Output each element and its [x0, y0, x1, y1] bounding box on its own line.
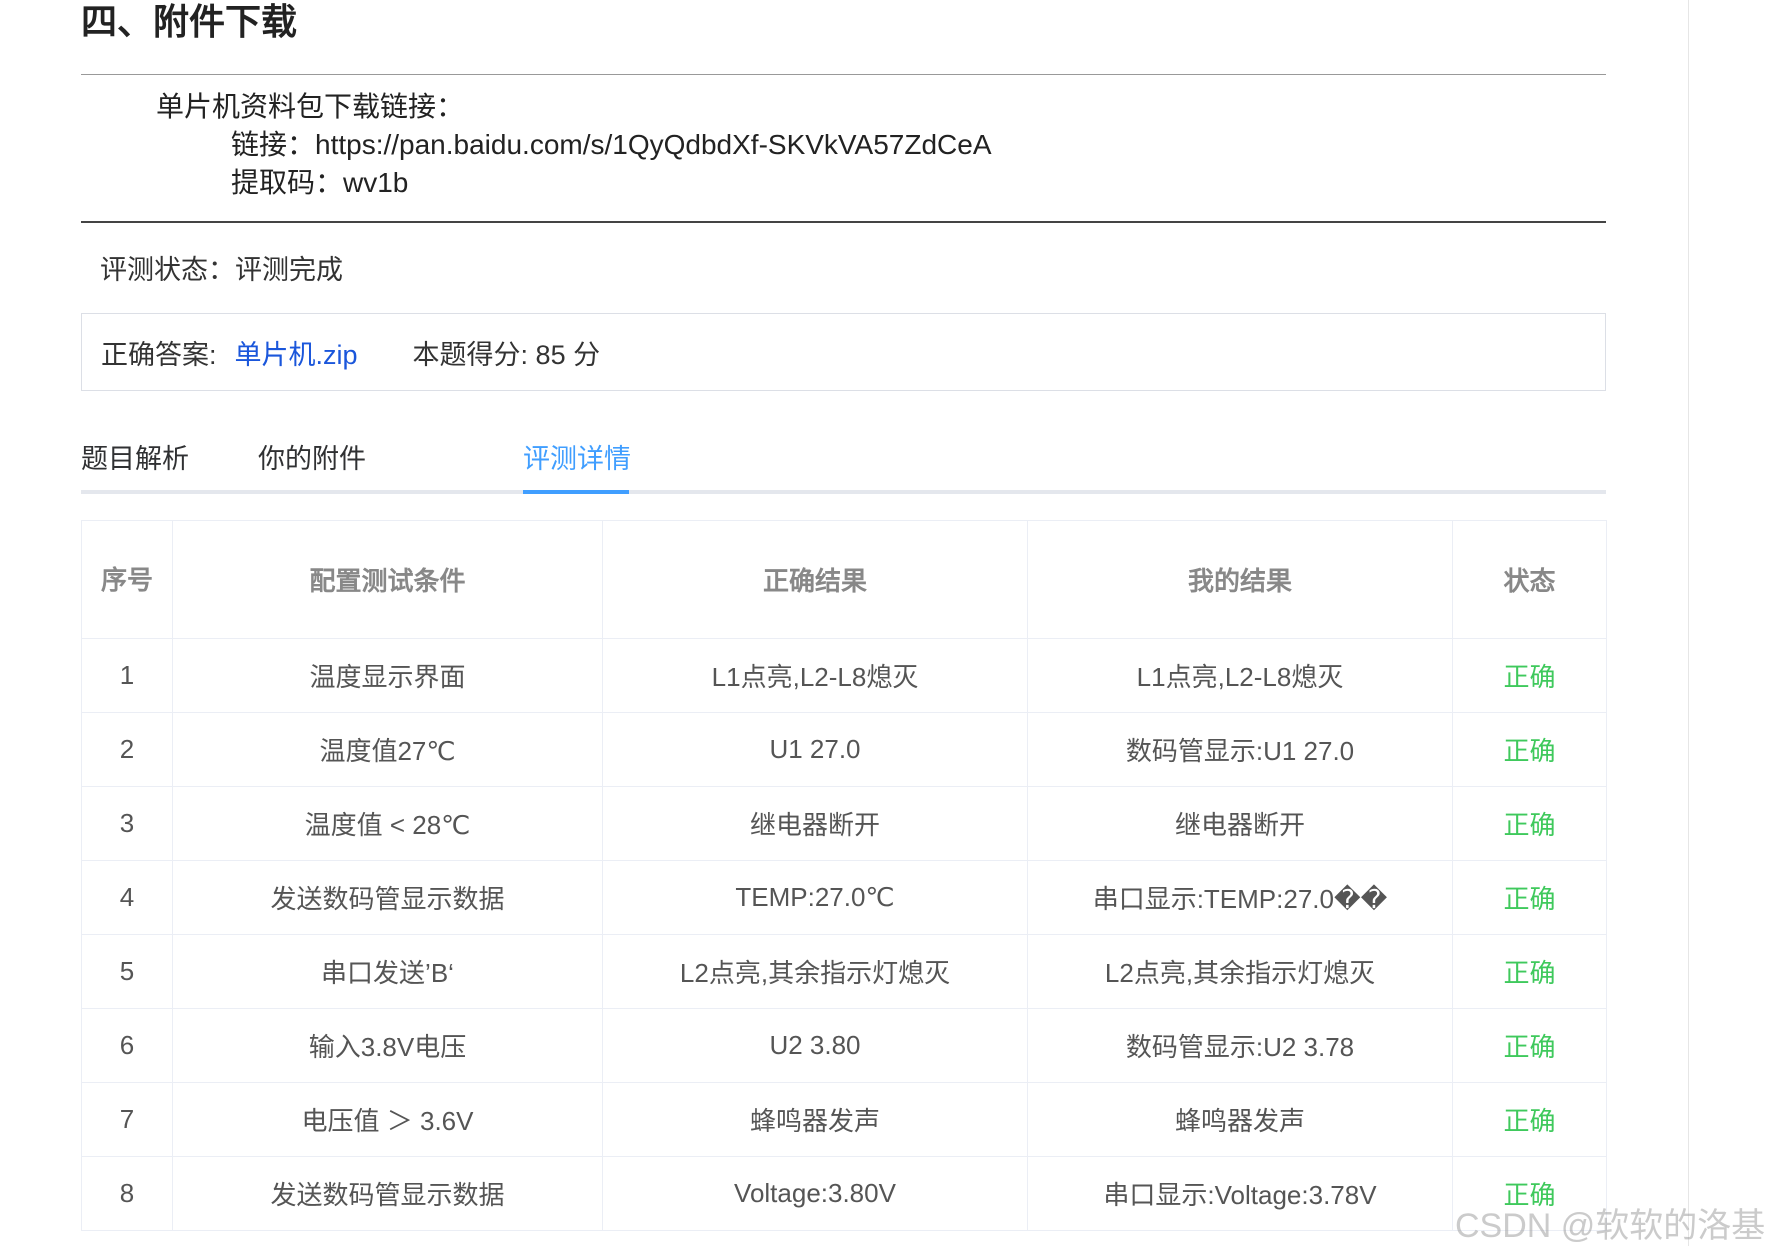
cell-seq: 6 [81, 1008, 173, 1083]
cell-expected: 蜂鸣器发声 [602, 1082, 1028, 1157]
tab-your-attachment[interactable]: 你的附件 [258, 438, 366, 480]
cell-condition: 电压值 ＞ 3.6V [172, 1082, 603, 1157]
table-row: 6 输入3.8V电压 U2 3.80 数码管显示:U2 3.78 正确 [81, 1008, 1607, 1083]
answer-box: 正确答案: 单片机.zip 本题得分: 85 分 [81, 313, 1606, 391]
cell-status: 正确 [1452, 1008, 1607, 1083]
download-intro: 单片机资料包下载链接： [156, 91, 465, 122]
cell-mine: 串口显示:Voltage:3.78V [1027, 1156, 1453, 1231]
cell-status: 正确 [1452, 786, 1607, 861]
cell-condition: 串口发送’B‘ [172, 934, 603, 1009]
cell-seq: 5 [81, 934, 173, 1009]
cell-condition: 输入3.8V电压 [172, 1008, 603, 1083]
cell-status: 正确 [1452, 1082, 1607, 1157]
cell-mine: 蜂鸣器发声 [1027, 1082, 1453, 1157]
cell-status: 正确 [1452, 934, 1607, 1009]
cell-expected: 继电器断开 [602, 786, 1028, 861]
cell-condition: 温度显示界面 [172, 638, 603, 713]
cell-status: 正确 [1452, 860, 1607, 935]
status-value: 评测完成 [235, 255, 343, 285]
cell-seq: 1 [81, 638, 173, 713]
cell-seq: 3 [81, 786, 173, 861]
cell-expected: U1 27.0 [602, 712, 1028, 787]
status-label: 评测状态： [100, 255, 235, 285]
table-row: 3 温度值 < 28℃ 继电器断开 继电器断开 正确 [81, 786, 1607, 861]
download-link[interactable]: 链接：https://pan.baidu.com/s/1QyQdbdXf-SKV… [156, 126, 992, 164]
active-tab-indicator [523, 490, 629, 494]
cell-expected: U2 3.80 [602, 1008, 1028, 1083]
cell-expected: Voltage:3.80V [602, 1156, 1028, 1231]
table-row: 2 温度值27℃ U1 27.0 数码管显示:U1 27.0 正确 [81, 712, 1607, 787]
header-seq: 序号 [81, 520, 173, 639]
cell-expected: L1点亮,L2-L8熄灭 [602, 638, 1028, 713]
tab-bar: 题目解析 你的附件 评测详情 [81, 438, 1606, 494]
cell-mine: L1点亮,L2-L8熄灭 [1027, 638, 1453, 713]
cell-condition: 温度值 < 28℃ [172, 786, 603, 861]
answer-file-link[interactable]: 单片机.zip [235, 333, 358, 372]
cell-status: 正确 [1452, 638, 1607, 713]
answer-label: 正确答案: [101, 339, 217, 370]
cell-seq: 7 [81, 1082, 173, 1157]
table-row: 7 电压值 ＞ 3.6V 蜂鸣器发声 蜂鸣器发声 正确 [81, 1082, 1607, 1157]
table-row: 4 发送数码管显示数据 TEMP:27.0℃ 串口显示:TEMP:27.0�� 正确 [81, 860, 1607, 935]
header-expected: 正确结果 [602, 520, 1028, 639]
header-mine: 我的结果 [1027, 520, 1453, 639]
table-row: 5 串口发送’B‘ L2点亮,其余指示灯熄灭 L2点亮,其余指示灯熄灭 正确 [81, 934, 1607, 1009]
table-row: 8 发送数码管显示数据 Voltage:3.80V 串口显示:Voltage:3.78… [81, 1156, 1607, 1231]
cell-mine: 数码管显示:U1 27.0 [1027, 712, 1453, 787]
header-status: 状态 [1452, 520, 1607, 639]
table-header-row: 序号 配置测试条件 正确结果 我的结果 状态 [81, 520, 1607, 639]
score-text: 本题得分: 85 分 [412, 339, 601, 370]
section-title: 四、附件下载 [81, 1, 298, 42]
table-row: 1 温度显示界面 L1点亮,L2-L8熄灭 L1点亮,L2-L8熄灭 正确 [81, 638, 1607, 713]
cell-seq: 4 [81, 860, 173, 935]
cell-condition: 发送数码管显示数据 [172, 860, 603, 935]
cell-condition: 发送数码管显示数据 [172, 1156, 603, 1231]
tab-analysis[interactable]: 题目解析 [81, 438, 189, 480]
divider-top [81, 74, 1606, 75]
cell-mine: 串口显示:TEMP:27.0�� [1027, 860, 1453, 935]
cell-mine: L2点亮,其余指示灯熄灭 [1027, 934, 1453, 1009]
cell-mine: 数码管显示:U2 3.78 [1027, 1008, 1453, 1083]
cell-seq: 2 [81, 712, 173, 787]
extraction-code: 提取码：wv1b [231, 167, 409, 198]
cell-status: 正确 [1452, 712, 1607, 787]
divider-bottom [81, 221, 1606, 223]
right-divider [1688, 0, 1689, 1246]
cell-expected: TEMP:27.0℃ [602, 860, 1028, 935]
header-condition: 配置测试条件 [172, 520, 603, 639]
cell-condition: 温度值27℃ [172, 712, 603, 787]
watermark: CSDN @软软的洛基. [1455, 1207, 1765, 1245]
page: 四、附件下载 单片机资料包下载链接： 链接：https://pan.baidu.… [0, 0, 1765, 1246]
download-block: 单片机资料包下载链接： 链接：https://pan.baidu.com/s/1… [156, 88, 992, 202]
cell-expected: L2点亮,其余指示灯熄灭 [602, 934, 1028, 1009]
cell-seq: 8 [81, 1156, 173, 1231]
tab-evaluation-details[interactable]: 评测详情 [523, 438, 631, 480]
cell-mine: 继电器断开 [1027, 786, 1453, 861]
results-table: 序号 配置测试条件 正确结果 我的结果 状态 1 温度显示界面 L1点亮,L2-L8… [81, 520, 1607, 1231]
evaluation-status: 评测状态：评测完成 [100, 252, 343, 288]
